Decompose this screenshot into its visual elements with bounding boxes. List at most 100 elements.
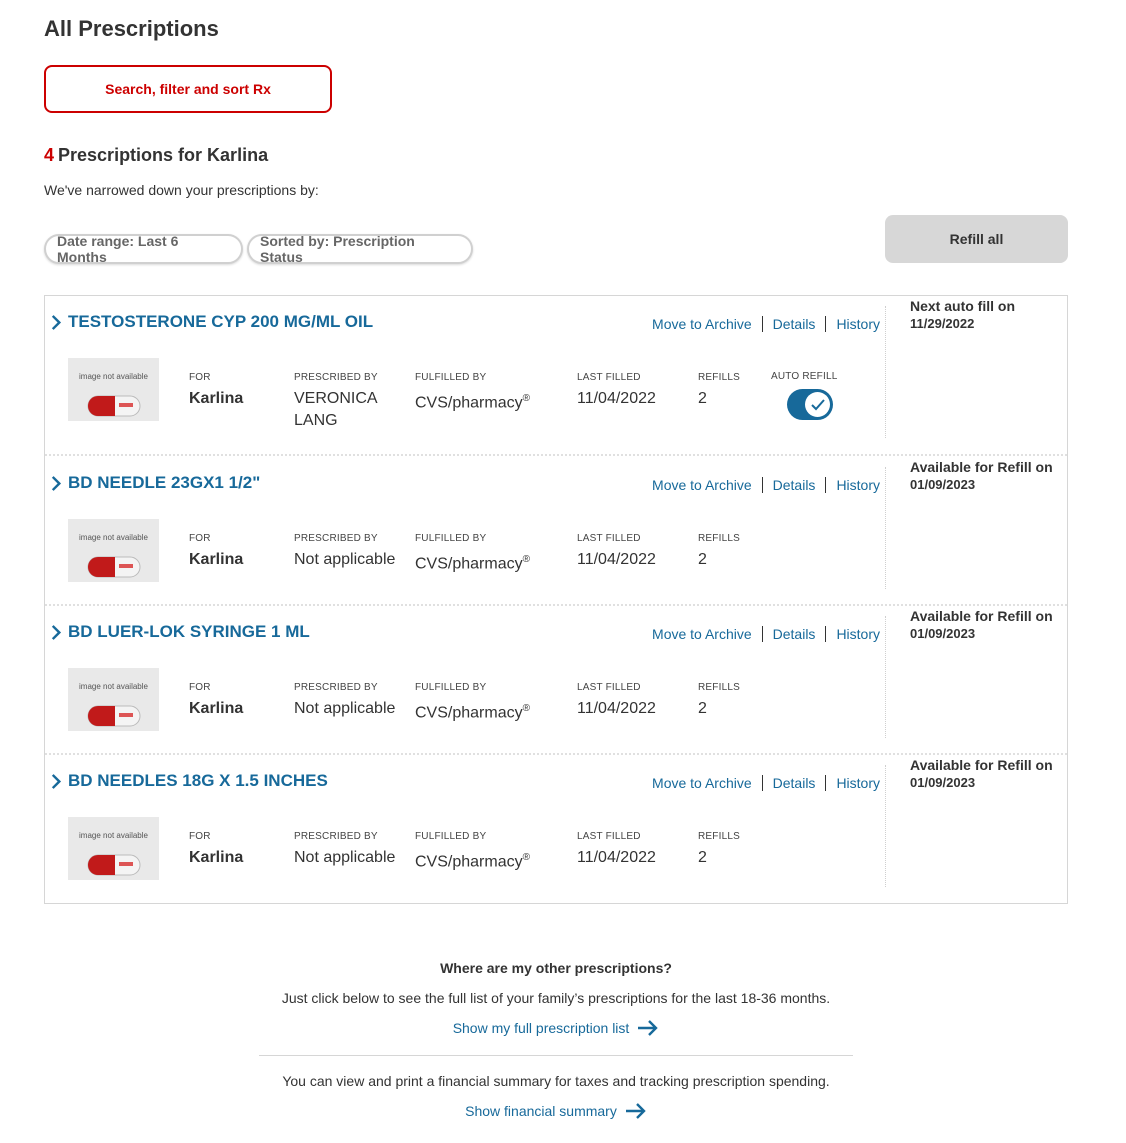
for-label: FOR [189,682,211,693]
prescribed-by-label: PRESCRIBED BY [294,831,378,842]
pill-icon [87,705,141,727]
history-link[interactable]: History [836,316,880,332]
last-filled-value: 11/04/2022 [577,551,656,568]
last-filled-label: LAST FILLED [577,831,641,842]
show-full-list-text: Show my full prescription list [452,1020,630,1036]
show-financial-summary-link[interactable]: Show financial summary [259,1103,853,1119]
image-not-available-text: image not available [79,533,148,542]
show-full-list-link[interactable]: Show my full prescription list [259,1020,853,1036]
separator [825,626,827,642]
image-not-available-text: image not available [79,831,148,840]
refills-value: 2 [698,551,707,568]
prescription-main: BD LUER-LOK SYRINGE 1 ML Move to Archive… [45,606,886,753]
fulfilled-by-text: CVS/pharmacy [415,704,523,722]
toggle-knob [805,392,830,417]
prescribed-by-value: VERONICA LANG [294,390,377,429]
prescription-title-link[interactable]: BD NEEDLE 23GX1 1/2" [49,473,260,493]
move-to-archive-link[interactable]: Move to Archive [652,477,752,493]
history-link[interactable]: History [836,775,880,791]
search-filter-sort-button[interactable]: Search, filter and sort Rx [44,65,332,113]
history-link[interactable]: History [836,477,880,493]
move-to-archive-link[interactable]: Move to Archive [652,775,752,791]
last-filled-value: 11/04/2022 [577,390,656,407]
prescribed-by-label: PRESCRIBED BY [294,533,378,544]
auto-refill-label: AUTO REFILL [771,371,838,382]
refill-status-date: 11/29/2022 [910,316,975,331]
image-not-available-text: image not available [79,372,148,381]
fulfilled-by-label: FULFILLED BY [415,831,487,842]
separator [825,316,827,332]
prescription-actions: Move to Archive Details History [652,626,880,642]
for-value: Karlina [189,551,244,568]
prescription-card: BD LUER-LOK SYRINGE 1 ML Move to Archive… [45,606,1067,755]
prescription-title-link[interactable]: BD NEEDLES 18G X 1.5 INCHES [49,771,328,791]
fulfilled-by-value: CVS/pharmacy® [415,388,530,414]
refills-label: REFILLS [698,682,740,693]
refills-value: 2 [698,849,707,866]
pill-icon [87,395,141,417]
prescription-actions: Move to Archive Details History [652,477,880,493]
move-to-archive-link[interactable]: Move to Archive [652,316,752,332]
fulfilled-by-value: CVS/pharmacy® [415,698,530,724]
prescription-card: TESTOSTERONE CYP 200 MG/ML OIL Move to A… [45,296,1067,456]
prescribed-by-value: Not applicable [294,700,396,717]
fulfilled-by-value: CVS/pharmacy® [415,549,530,575]
registered-mark: ® [522,554,530,565]
registered-mark: ® [522,852,530,863]
details-link[interactable]: Details [773,626,816,642]
auto-refill-toggle[interactable] [787,389,833,420]
other-prescriptions-description: Just click below to see the full list of… [281,990,831,1006]
prescription-image: image not available [68,668,159,731]
separator [825,775,827,791]
chevron-right-icon [51,314,62,330]
chevron-right-icon [51,475,62,491]
history-link[interactable]: History [836,626,880,642]
prescription-actions: Move to Archive Details History [652,775,880,791]
refill-status-date: 01/09/2023 [910,477,976,492]
prescription-actions: Move to Archive Details History [652,316,880,332]
for-label: FOR [189,831,211,842]
prescription-image: image not available [68,519,159,582]
prescription-card: BD NEEDLES 18G X 1.5 INCHES Move to Arch… [45,755,1067,903]
registered-mark: ® [522,393,530,404]
show-financial-summary-text: Show financial summary [465,1103,617,1119]
for-value: Karlina [189,700,244,717]
fulfilled-by-text: CVS/pharmacy [415,853,523,871]
pill-icon [87,854,141,876]
prescription-title-link[interactable]: BD LUER-LOK SYRINGE 1 ML [49,622,310,642]
prescription-main: BD NEEDLE 23GX1 1/2" Move to Archive Det… [45,457,886,604]
filter-chip-date-range[interactable]: Date range: Last 6 Months [44,233,243,265]
refill-status: Available for Refill on 01/09/2023 [910,608,1053,642]
filter-chip-sorted-by[interactable]: Sorted by: Prescription Status [247,233,473,265]
last-filled-label: LAST FILLED [577,372,641,383]
refill-status: Next auto fill on 11/29/2022 [910,298,1015,332]
for-value: Karlina [189,849,244,866]
last-filled-label: LAST FILLED [577,533,641,544]
prescription-main: BD NEEDLES 18G X 1.5 INCHES Move to Arch… [45,755,886,903]
prescriptions-count-heading: 4 Prescriptions for Karlina [44,145,268,166]
fulfilled-by-label: FULFILLED BY [415,533,487,544]
refill-status-date: 01/09/2023 [910,626,976,641]
for-value: Karlina [189,390,244,407]
fulfilled-by-text: CVS/pharmacy [415,394,523,412]
arrow-right-icon [625,1103,646,1119]
refill-status-label: Available for Refill on [910,608,1053,624]
prescription-name: BD NEEDLE 23GX1 1/2" [68,473,261,492]
separator [761,775,763,791]
divider [259,1055,853,1056]
separator [761,316,763,332]
move-to-archive-link[interactable]: Move to Archive [652,626,752,642]
details-link[interactable]: Details [773,477,816,493]
prescription-title-link[interactable]: TESTOSTERONE CYP 200 MG/ML OIL [49,312,373,332]
details-link[interactable]: Details [773,316,816,332]
refill-status-label: Available for Refill on [910,757,1053,773]
other-prescriptions-question: Where are my other prescriptions? [440,960,672,976]
refill-all-button[interactable]: Refill all [885,215,1068,263]
fulfilled-by-value: CVS/pharmacy® [415,847,530,873]
prescription-name: BD NEEDLES 18G X 1.5 INCHES [68,771,328,790]
for-label: FOR [189,533,211,544]
refills-value: 2 [698,700,707,717]
refill-status-label: Available for Refill on [910,459,1053,475]
refill-status: Available for Refill on 01/09/2023 [910,459,1053,493]
details-link[interactable]: Details [773,775,816,791]
